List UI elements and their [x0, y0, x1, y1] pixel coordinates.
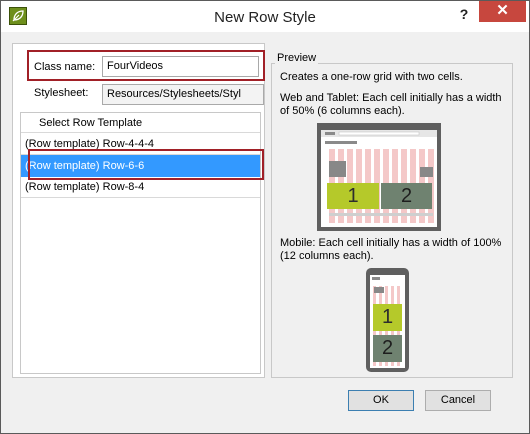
mobile-text: Mobile: Each cell initially has a width … [280, 237, 502, 262]
web-preview-illustration: 1 2 [317, 123, 441, 231]
close-button[interactable]: ✕ [479, 1, 526, 22]
dialog-title: New Row Style [214, 9, 316, 26]
preview-title: Preview [275, 52, 319, 64]
stylesheet-select[interactable]: Resources/Stylesheets/Styl [102, 84, 264, 105]
stylesheet-label: Stylesheet: [34, 87, 89, 99]
help-button[interactable]: ? [451, 3, 477, 27]
class-name-input[interactable]: FourVideos [102, 56, 259, 77]
class-name-label: Class name: [34, 61, 96, 73]
web-tablet-text: Web and Tablet: Each cell initially has … [280, 92, 502, 117]
title-bar: New Row Style ? ✕ [1, 1, 529, 32]
list-item[interactable]: (Row template) Row-8-4 [21, 177, 260, 198]
web-cell-1: 1 [347, 185, 359, 207]
preview-description: Creates a one-row grid with two cells. [280, 71, 463, 83]
selected-row-highlight [28, 149, 264, 180]
preview-group: Creates a one-row grid with two cells. W… [271, 63, 513, 378]
cancel-button[interactable]: Cancel [425, 390, 491, 411]
new-row-style-dialog: New Row Style ? ✕ Class name: FourVideos… [0, 0, 530, 434]
web-cell-2: 2 [400, 185, 413, 207]
ok-button[interactable]: OK [348, 390, 414, 411]
mobile-cell-2: 2 [381, 337, 394, 359]
mobile-preview-illustration: 1 2 [366, 268, 409, 372]
list-header: Select Row Template [21, 113, 260, 133]
mobile-cell-1: 1 [381, 306, 394, 328]
